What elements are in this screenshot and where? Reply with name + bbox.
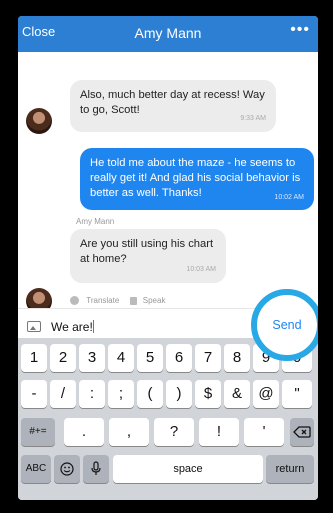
return-key[interactable]: return xyxy=(266,455,314,483)
key-6[interactable]: 6 xyxy=(166,344,192,372)
message-sender: Amy Mann xyxy=(76,217,115,226)
key-apostrophe[interactable]: ' xyxy=(244,418,284,446)
message-time: 9:33 AM xyxy=(240,115,266,122)
message-input[interactable]: We are! xyxy=(51,320,95,334)
chat-header: Close Amy Mann ••• xyxy=(18,16,318,52)
key-colon[interactable]: : xyxy=(79,380,105,408)
key-open-paren[interactable]: ( xyxy=(137,380,163,408)
message-bubble-incoming: Also, much better day at recess! Way to … xyxy=(70,80,276,132)
speak-link[interactable]: Speak xyxy=(143,296,166,305)
key-8[interactable]: 8 xyxy=(224,344,250,372)
key-3[interactable]: 3 xyxy=(79,344,105,372)
message-time: 10:02 AM xyxy=(274,194,304,201)
key-7[interactable]: 7 xyxy=(195,344,221,372)
key-slash[interactable]: / xyxy=(50,380,76,408)
key-period[interactable]: . xyxy=(64,418,104,446)
backspace-icon xyxy=(293,426,311,438)
key-4[interactable]: 4 xyxy=(108,344,134,372)
backspace-key[interactable] xyxy=(290,418,314,446)
message-text: Also, much better day at recess! Way to … xyxy=(80,89,265,116)
key-5[interactable]: 5 xyxy=(137,344,163,372)
key-close-paren[interactable]: ) xyxy=(166,380,192,408)
message-actions: Translate Speak xyxy=(70,296,166,306)
phone-screen: Close Amy Mann ••• Also, much better day… xyxy=(18,16,318,500)
key-semicolon[interactable]: ; xyxy=(108,380,134,408)
key-dollar[interactable]: $ xyxy=(195,380,221,408)
globe-icon xyxy=(70,296,79,306)
message-bubble-outgoing: He told me about the maze - he seems to … xyxy=(80,148,314,210)
symbols-key[interactable]: #+= xyxy=(21,418,55,446)
message-bubble-incoming: Are you still using his chart at home? 1… xyxy=(70,229,226,283)
key-1[interactable]: 1 xyxy=(21,344,47,372)
send-label: Send xyxy=(272,318,302,332)
translate-link[interactable]: Translate xyxy=(86,296,119,305)
key-hyphen[interactable]: - xyxy=(21,380,47,408)
message-list: Also, much better day at recess! Way to … xyxy=(18,52,318,322)
keyboard: 1 2 3 4 5 6 7 8 9 0 - / : ; ( ) $ & @ " … xyxy=(18,338,318,500)
key-comma[interactable]: , xyxy=(109,418,149,446)
message-time: 10:03 AM xyxy=(186,266,216,273)
avatar xyxy=(26,108,52,134)
abc-key[interactable]: ABC xyxy=(21,455,51,483)
page-title: Amy Mann xyxy=(134,25,202,41)
key-question[interactable]: ? xyxy=(154,418,194,446)
message-text: He told me about the maze - he seems to … xyxy=(90,157,301,199)
key-exclamation[interactable]: ! xyxy=(199,418,239,446)
key-quote[interactable]: " xyxy=(282,380,312,408)
microphone-key[interactable] xyxy=(83,455,109,483)
key-ampersand[interactable]: & xyxy=(224,380,250,408)
speaker-icon xyxy=(129,296,137,305)
key-2[interactable]: 2 xyxy=(50,344,76,372)
key-at[interactable]: @ xyxy=(253,380,279,408)
send-button[interactable]: Send xyxy=(251,289,318,361)
emoji-key[interactable] xyxy=(54,455,80,483)
text-cursor xyxy=(92,320,95,333)
image-icon[interactable] xyxy=(27,321,41,332)
space-key[interactable]: space xyxy=(113,455,263,483)
emoji-icon xyxy=(60,462,74,476)
more-options-icon[interactable]: ••• xyxy=(290,21,310,39)
microphone-icon xyxy=(91,461,101,475)
